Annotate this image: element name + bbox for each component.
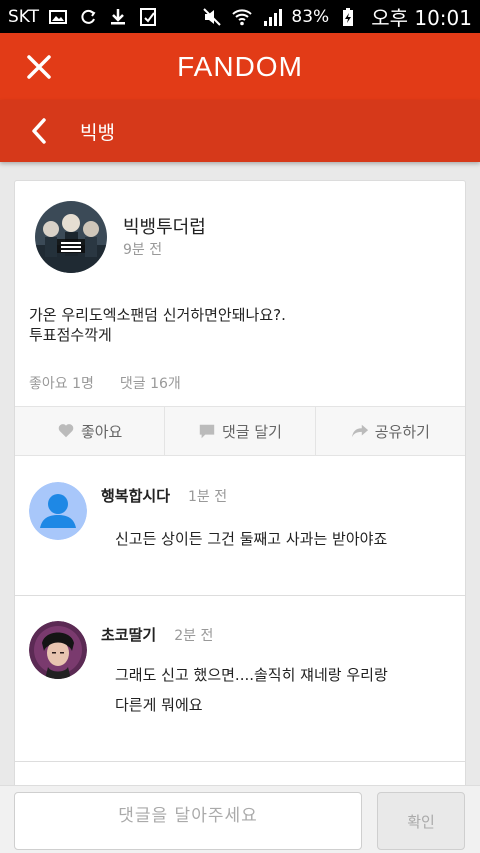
close-icon (27, 54, 51, 79)
clock: 오후 10:01 (371, 6, 472, 30)
post-header: 빅뱅투더럽 9분 전 (15, 181, 465, 291)
close-button[interactable] (0, 33, 78, 100)
status-bar-left: SKT (8, 7, 159, 27)
community-title: 빅뱅 (80, 121, 115, 144)
battery-percent: 83% (291, 6, 330, 27)
post-body: 가온 우리도엑소팬덤 신거하면안돼나요?. 투표점수깍게 (29, 305, 449, 345)
comments-count[interactable]: 댓글 16개 (120, 373, 181, 393)
comment-label: 댓글 달기 (222, 422, 282, 441)
share-arrow-icon (351, 424, 368, 438)
community-header: 빅뱅 (0, 100, 480, 162)
comment-bubble-icon (199, 424, 215, 439)
comment-input[interactable]: 댓글을 달아주세요 (14, 792, 362, 850)
image-icon (47, 7, 69, 27)
comment-item: 행복합시다 1분 전 신고든 상이든 그건 둘째고 사과는 받아야죠 (15, 457, 465, 596)
post-author[interactable]: 빅뱅투더럽 (123, 213, 206, 239)
heart-icon (58, 424, 74, 438)
comment-time: 2분 전 (174, 628, 214, 644)
comment-time: 1분 전 (188, 489, 228, 505)
status-bar: SKT 83% 오후 10:01 (0, 0, 480, 33)
like-label: 좋아요 (80, 422, 123, 441)
commenter-avatar[interactable] (29, 482, 87, 540)
post-actions: 좋아요 댓글 달기 공유하기 (15, 406, 465, 456)
task-icon (137, 7, 159, 27)
carrier-label: SKT (8, 6, 40, 27)
commenter-name-text: 초코딸기 (101, 626, 157, 644)
commenter-name[interactable]: 행복합시다 1분 전 (101, 485, 227, 506)
commenter-name[interactable]: 초코딸기 2분 전 (101, 624, 213, 645)
comment-composer: 댓글을 달아주세요 확인 (0, 785, 480, 853)
comment-text-line: 그래도 신고 했으면....솔직히 쟤네랑 우리랑 (115, 666, 388, 684)
comment-button[interactable]: 댓글 달기 (164, 407, 314, 455)
like-button[interactable]: 좋아요 (15, 407, 164, 455)
comment-text: 그래도 신고 했으면....솔직히 쟤네랑 우리랑 다른게 뭐에요 (115, 660, 435, 720)
app-header: FANDOM (0, 33, 480, 100)
back-arrow-icon (32, 118, 46, 144)
comment-text: 신고든 상이든 그건 둘째고 사과는 받아야죠 (115, 524, 435, 554)
comment-text-line: 신고든 상이든 그건 둘째고 사과는 받아야죠 (115, 530, 388, 548)
commenter-avatar[interactable] (29, 621, 87, 679)
comment-item: 초코딸기 2분 전 그래도 신고 했으면....솔직히 쟤네랑 우리랑 다른게 뭐… (15, 596, 465, 762)
character-avatar-image (29, 621, 87, 679)
battery-charging-icon (337, 7, 359, 27)
mute-icon (201, 7, 223, 27)
post-body-line: 투표점수깍게 (29, 326, 112, 344)
download-icon (107, 7, 129, 27)
author-avatar[interactable] (35, 201, 107, 273)
sync-icon (77, 7, 99, 27)
likes-count[interactable]: 좋아요 1명 (29, 373, 94, 393)
share-button[interactable]: 공유하기 (314, 407, 465, 455)
confirm-button[interactable]: 확인 (377, 792, 465, 850)
status-bar-right: 83% 오후 10:01 (201, 2, 472, 31)
signal-icon (261, 7, 283, 27)
post-stats: 좋아요 1명 댓글 16개 (29, 373, 181, 393)
share-label: 공유하기 (374, 422, 430, 441)
comment-text-line: 다른게 뭐에요 (115, 696, 203, 714)
wifi-icon (231, 7, 253, 27)
post-body-line: 가온 우리도엑소팬덤 신거하면안돼나요?. (29, 306, 286, 324)
default-user-icon (29, 482, 87, 540)
commenter-name-text: 행복합시다 (101, 487, 171, 505)
album-art-image (35, 201, 107, 273)
post-time: 9분 전 (123, 242, 163, 258)
post-card: 빅뱅투더럽 9분 전 가온 우리도엑소팬덤 신거하면안돼나요?. 투표점수깍게 … (14, 180, 466, 790)
back-button[interactable] (0, 100, 78, 162)
